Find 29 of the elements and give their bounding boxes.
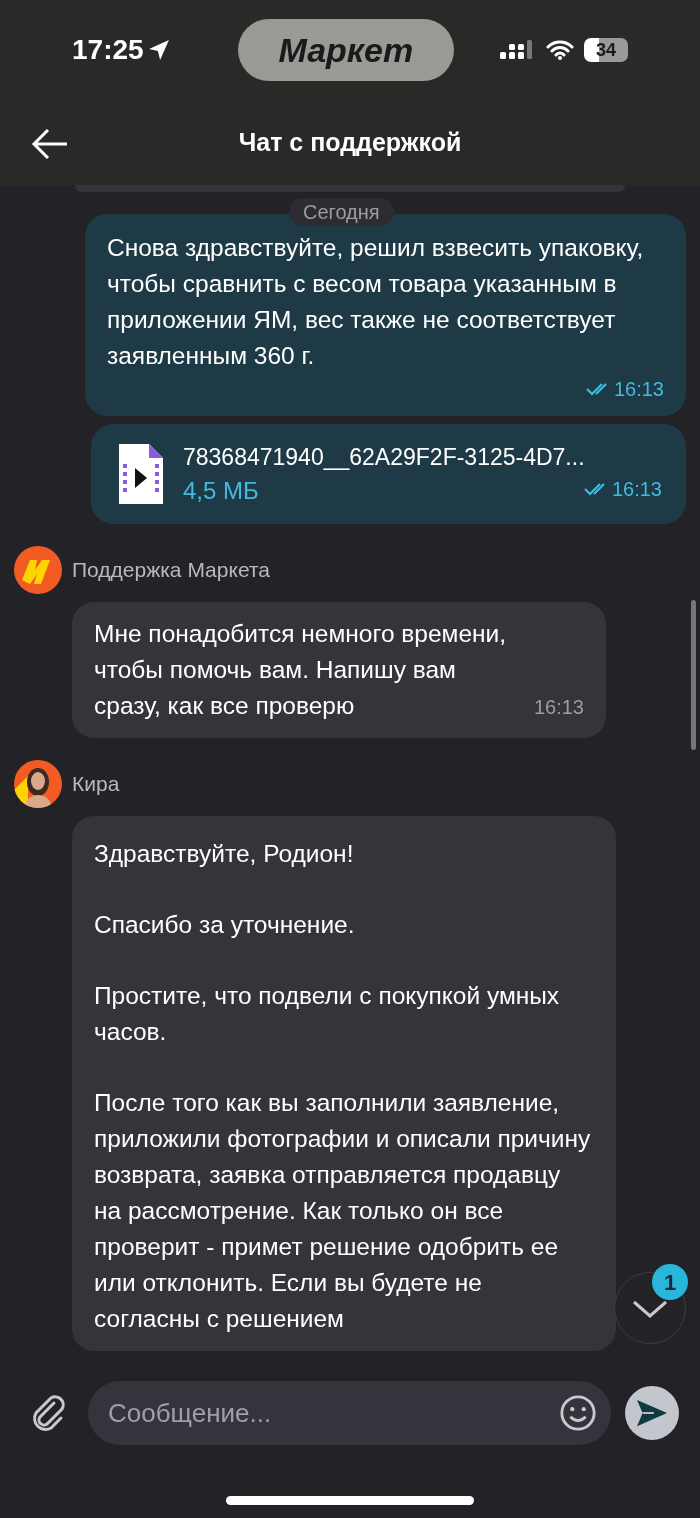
- message-text: Здравствуйте, Родион!: [94, 839, 355, 869]
- message-input[interactable]: Сообщение...: [88, 1381, 611, 1445]
- screen-title: Чат с поддержкой: [238, 126, 462, 158]
- back-button[interactable]: [30, 126, 70, 162]
- wifi-icon: [546, 40, 574, 60]
- message-text: После того как вы заполнили заявление, приложили фотографии и описали причину возврата, заявка отправляется продавцу на рассмотрение. Как только он все проверит - примет решение одобрить ее или отклонить. Если вы будете не согласны с решением: [94, 1088, 592, 1334]
- file-message[interactable]: 78368471940__62A29F2F-3125-4D7... 4,5 МБ 16:13: [91, 424, 686, 524]
- chevron-down-icon: [633, 1300, 667, 1318]
- app-pill[interactable]: Маркет: [237, 19, 454, 81]
- emoji-icon[interactable]: [559, 1394, 597, 1432]
- status-time: 17:25: [72, 33, 144, 67]
- message-time: 16:13: [613, 377, 664, 402]
- send-icon: [635, 1398, 669, 1428]
- send-button[interactable]: [625, 1386, 679, 1440]
- person-avatar-icon: [14, 760, 62, 808]
- message-text: Простите, что подвели с покупкой умных часов.: [94, 981, 561, 1047]
- unread-badge: 1: [652, 1264, 688, 1300]
- message-time: 16:13: [611, 477, 662, 502]
- sender-name: Кира: [72, 771, 120, 798]
- message-text: Снова здравствуйте, решил взвесить упаковку, чтобы сравнить с весом товара указанным в приложении ЯМ, вес также не соответствует заявленным 360 г.: [107, 233, 645, 371]
- sender-name: Поддержка Маркета: [72, 557, 270, 584]
- message-time: 16:13: [533, 695, 584, 720]
- video-file-icon: [119, 444, 163, 504]
- message-text: Мне понадобится немного времени, чтобы помочь вам. Напишу вам сразу, как все проверю: [94, 619, 508, 721]
- file-size: 4,5 МБ: [183, 476, 259, 506]
- location-arrow-icon: [147, 39, 170, 61]
- logo-avatar-icon: [14, 546, 62, 594]
- message-text: Спасибо за уточнение.: [94, 910, 356, 940]
- file-name: 78368471940__62A29F2F-3125-4D7...: [183, 443, 586, 472]
